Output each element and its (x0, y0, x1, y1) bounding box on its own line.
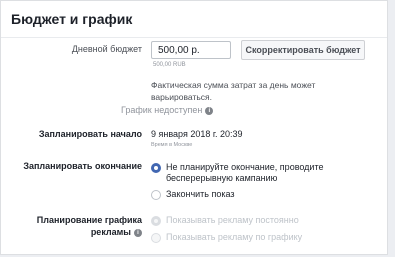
adjust-budget-button[interactable]: Скорректировать бюджет (241, 40, 365, 60)
budget-note: Фактическая сумма затрат за день может в… (151, 80, 316, 102)
ad-scheduling-always-label[interactable]: Показывать рекламу постоянно (166, 215, 299, 226)
budget-currency-text: 500,00 RUB (153, 62, 186, 68)
start-timezone: Время в Москве (151, 142, 193, 148)
schedule-unavailable-text: График недоступен (121, 105, 203, 115)
ad-scheduling-label: Планирование графика рекламы i (11, 214, 142, 238)
schedule-unavailable: График недоступен i (121, 105, 214, 115)
ad-scheduling-label-text: Планирование графика рекламы (36, 215, 142, 237)
daily-budget-label: Дневной бюджет (71, 44, 142, 54)
end-option-continuous-radio[interactable] (151, 163, 161, 173)
ad-scheduling-schedule-label[interactable]: Показывать рекламу по графику (166, 232, 302, 243)
info-icon[interactable]: i (134, 228, 142, 237)
daily-budget-input[interactable]: 500,00 р. (151, 41, 231, 59)
end-option-continuous-label[interactable]: Не планируйте окончание, проводите беспе… (166, 162, 356, 184)
schedule-end-label: Запланировать окончание (23, 161, 142, 171)
ad-scheduling-schedule-radio[interactable] (151, 233, 161, 243)
ad-scheduling-always-radio[interactable] (151, 216, 161, 226)
end-option-stop-label[interactable]: Закончить показ (166, 189, 235, 200)
panel-header: Бюджет и график (1, 1, 387, 38)
start-datetime[interactable]: 9 января 2018 г. 20:39 (151, 129, 243, 139)
info-icon[interactable]: i (205, 106, 214, 115)
budget-schedule-panel: Бюджет и график Дневной бюджет 500,00 р.… (0, 0, 388, 255)
panel-title: Бюджет и график (11, 11, 133, 27)
end-option-stop-radio[interactable] (151, 190, 161, 200)
schedule-start-label: Запланировать начало (38, 129, 142, 139)
